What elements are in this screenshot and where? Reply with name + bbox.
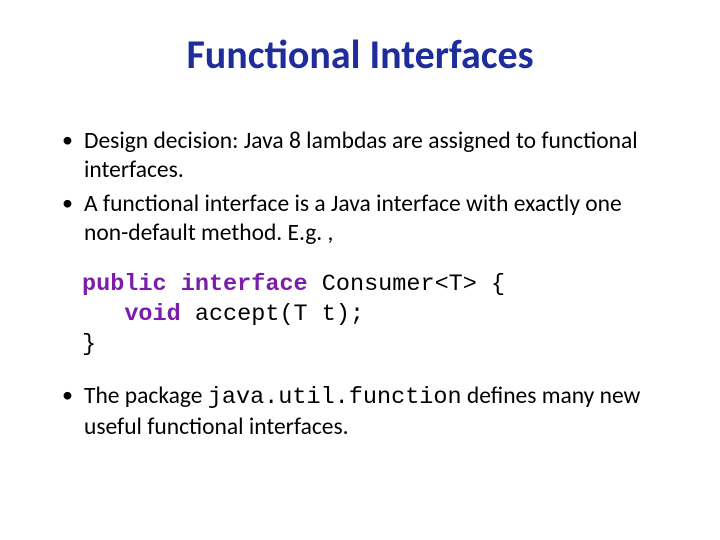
bullet-text: A functional interface is a Java interfa… (84, 190, 622, 247)
bullet-text: Design decision: Java 8 lambdas are assi… (84, 127, 638, 184)
bullet-item: A functional interface is a Java interfa… (56, 190, 664, 247)
code-text: accept(T t); (181, 301, 364, 328)
code-text: } (82, 331, 96, 358)
code-keyword: public (82, 271, 167, 298)
code-keyword: void (124, 301, 180, 328)
bullet-item: Design decision: Java 8 lambdas are assi… (56, 127, 664, 184)
bullet-text: The package (84, 382, 208, 410)
code-keyword: interface (181, 271, 308, 298)
slide-title: Functional Interfaces (56, 30, 664, 79)
code-block: public interface Consumer<T> { void acce… (82, 270, 664, 360)
inline-code: java.util.function (208, 384, 462, 411)
bullet-list: Design decision: Java 8 lambdas are assi… (56, 127, 664, 248)
bullet-item: The package java.util.function defines m… (56, 382, 664, 441)
code-text: Consumer<T> { (308, 271, 505, 298)
slide: Functional Interfaces Design decision: J… (0, 0, 720, 540)
bullet-list: The package java.util.function defines m… (56, 382, 664, 441)
